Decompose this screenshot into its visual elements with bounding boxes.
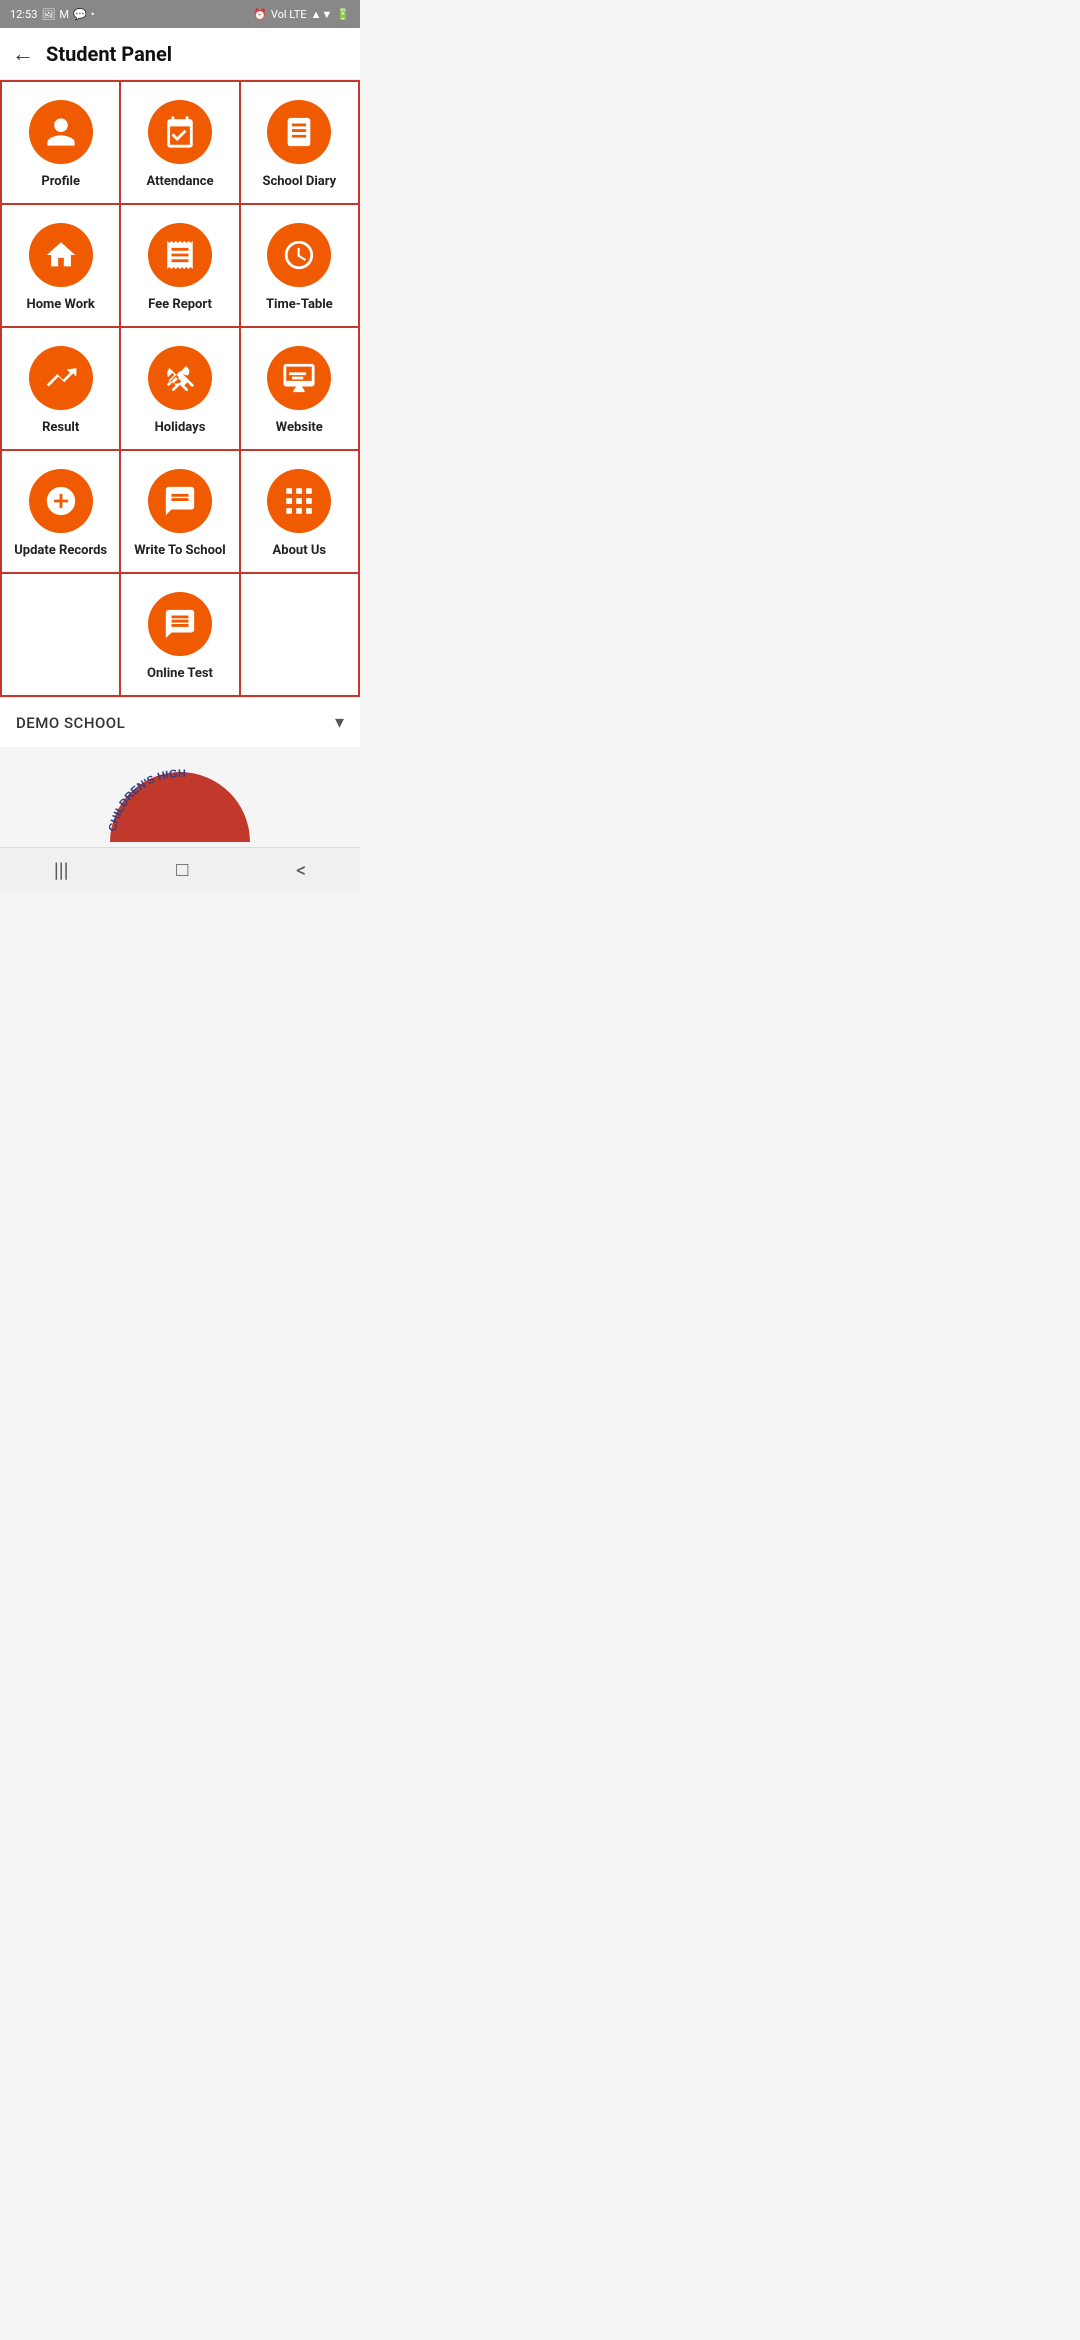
alarm-icon: ⏰ bbox=[253, 8, 267, 21]
signal-icon: ▲▼ bbox=[311, 8, 333, 21]
monitor-icon bbox=[282, 361, 316, 395]
grid-cell-online-test[interactable]: Online Test bbox=[121, 574, 240, 695]
status-bar: 12:53 🖼 M 💬 • ⏰ Vol LTE ▲▼ 🔋 bbox=[0, 0, 360, 28]
nav-home-button[interactable]: □ bbox=[176, 857, 188, 882]
person-icon bbox=[44, 115, 78, 149]
nav-back-button[interactable]: < bbox=[296, 858, 306, 882]
holidays-icon-circle bbox=[148, 346, 212, 410]
status-left: 12:53 🖼 M 💬 • bbox=[10, 8, 94, 21]
write-to-school-icon-circle bbox=[148, 469, 212, 533]
grid-row-4: Update Records Write To School About Us bbox=[2, 451, 358, 574]
grid-row-5: Online Test bbox=[2, 574, 358, 695]
grid-cell-holidays[interactable]: Holidays bbox=[121, 328, 240, 449]
school-diary-icon-circle bbox=[267, 100, 331, 164]
about-us-icon-circle bbox=[267, 469, 331, 533]
grid-row-2: Home Work Fee Report Time-Table bbox=[2, 205, 358, 328]
menu-grid: Profile Attendance School Diary Home Wor… bbox=[0, 80, 360, 697]
school-name: DEMO SCHOOL bbox=[16, 714, 125, 732]
nav-menu-button[interactable]: ||| bbox=[54, 858, 69, 882]
grid-cell-profile[interactable]: Profile bbox=[2, 82, 121, 203]
grid-icon bbox=[282, 484, 316, 518]
result-label: Result bbox=[42, 420, 79, 435]
website-icon-circle bbox=[267, 346, 331, 410]
dot-icon: • bbox=[91, 8, 95, 21]
grid-cell-website[interactable]: Website bbox=[241, 328, 358, 449]
grid-cell-fee-report[interactable]: Fee Report bbox=[121, 205, 240, 326]
profile-icon-circle bbox=[29, 100, 93, 164]
timetable-label: Time-Table bbox=[266, 297, 333, 312]
book-icon bbox=[282, 115, 316, 149]
update-records-icon-circle bbox=[29, 469, 93, 533]
homework-label: Home Work bbox=[27, 297, 95, 312]
grid-cell-attendance[interactable]: Attendance bbox=[121, 82, 240, 203]
grid-cell-write-to-school[interactable]: Write To School bbox=[121, 451, 240, 572]
clock-icon bbox=[282, 238, 316, 272]
fee-report-icon-circle bbox=[148, 223, 212, 287]
trending-up-icon bbox=[44, 361, 78, 395]
logo-area: CHILDREN'S HIGH bbox=[0, 747, 360, 847]
grid-cell-update-records[interactable]: Update Records bbox=[2, 451, 121, 572]
attendance-icon-circle bbox=[148, 100, 212, 164]
attendance-label: Attendance bbox=[146, 174, 213, 189]
receipt-icon bbox=[163, 238, 197, 272]
grid-cell-timetable[interactable]: Time-Table bbox=[241, 205, 358, 326]
status-right: ⏰ Vol LTE ▲▼ 🔋 bbox=[253, 8, 350, 21]
result-icon-circle bbox=[29, 346, 93, 410]
signal-text: Vol LTE bbox=[271, 8, 307, 21]
chat-icon bbox=[163, 607, 197, 641]
battery-icon: 🔋 bbox=[336, 8, 350, 21]
photo-icon: 🖼 bbox=[41, 8, 55, 21]
homework-icon-circle bbox=[29, 223, 93, 287]
write-to-school-label: Write To School bbox=[134, 543, 225, 558]
grid-row-3: Result Holidays Website bbox=[2, 328, 358, 451]
grid-cell-empty-1 bbox=[2, 574, 121, 695]
grid-cell-empty-2 bbox=[241, 574, 358, 695]
grid-cell-result[interactable]: Result bbox=[2, 328, 121, 449]
school-diary-label: School Diary bbox=[262, 174, 336, 189]
dropdown-icon[interactable]: ▾ bbox=[335, 712, 344, 733]
nav-bar: ||| □ < bbox=[0, 847, 360, 891]
chat-status-icon: 💬 bbox=[73, 8, 87, 21]
online-test-icon-circle bbox=[148, 592, 212, 656]
grid-cell-about-us[interactable]: About Us bbox=[241, 451, 358, 572]
page-title: Student Panel bbox=[46, 42, 172, 66]
profile-label: Profile bbox=[41, 174, 80, 189]
header: ← Student Panel bbox=[0, 28, 360, 80]
fee-report-label: Fee Report bbox=[148, 297, 212, 312]
school-logo: CHILDREN'S HIGH bbox=[100, 757, 260, 847]
calendar-check-icon bbox=[163, 115, 197, 149]
holidays-label: Holidays bbox=[155, 420, 206, 435]
beach-icon bbox=[163, 361, 197, 395]
time: 12:53 bbox=[10, 8, 37, 21]
online-test-label: Online Test bbox=[147, 666, 213, 681]
back-button[interactable]: ← bbox=[12, 41, 34, 67]
about-us-label: About Us bbox=[273, 543, 327, 558]
timetable-icon-circle bbox=[267, 223, 331, 287]
mail-icon: M bbox=[59, 8, 69, 21]
grid-cell-school-diary[interactable]: School Diary bbox=[241, 82, 358, 203]
message-icon bbox=[163, 484, 197, 518]
website-label: Website bbox=[276, 420, 323, 435]
home-icon bbox=[44, 238, 78, 272]
update-records-label: Update Records bbox=[14, 543, 107, 558]
grid-cell-homework[interactable]: Home Work bbox=[2, 205, 121, 326]
plus-circle-icon bbox=[44, 484, 78, 518]
grid-row-1: Profile Attendance School Diary bbox=[2, 82, 358, 205]
footer-area[interactable]: DEMO SCHOOL ▾ bbox=[0, 697, 360, 747]
